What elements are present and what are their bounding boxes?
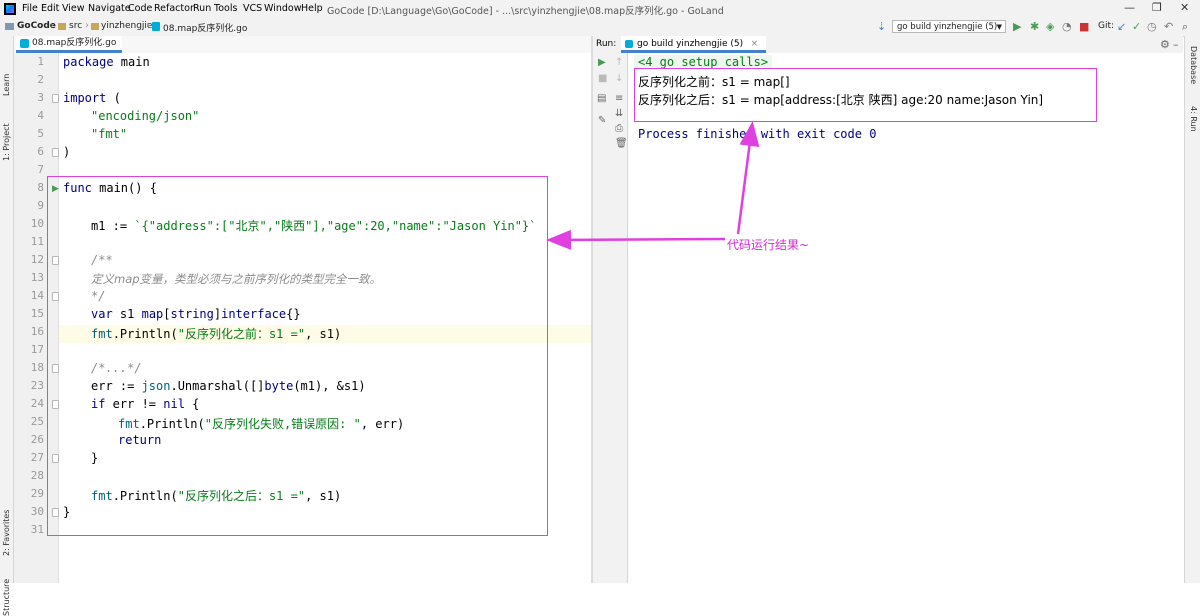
arrow-to-code — [546, 229, 726, 250]
annotation-label: 代码运行结果~ — [727, 238, 810, 252]
structure-tool-tab[interactable]: Structure — [2, 579, 11, 616]
arrow-to-output — [736, 121, 760, 235]
annotation-arrows — [546, 121, 760, 250]
